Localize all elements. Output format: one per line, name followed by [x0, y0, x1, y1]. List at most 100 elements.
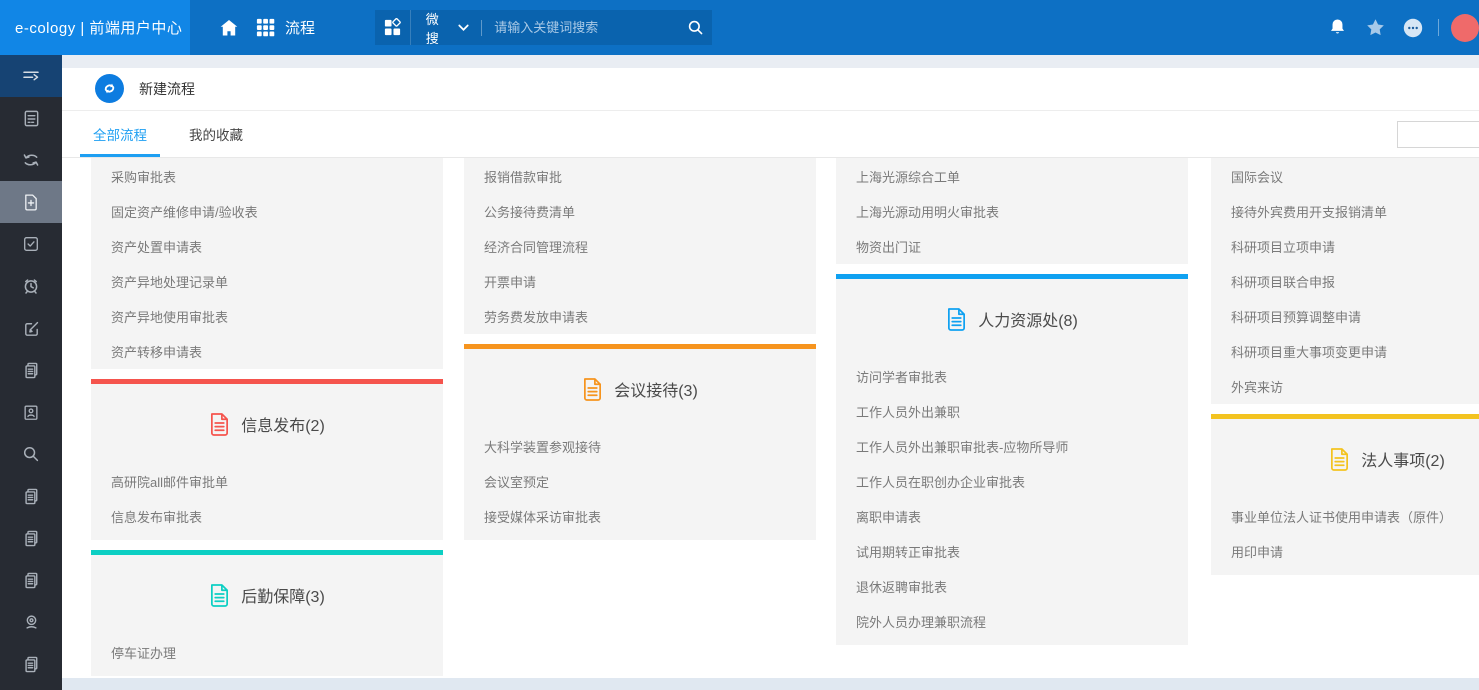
- todo-check-icon[interactable]: [0, 223, 62, 265]
- topbar-divider: [1438, 19, 1439, 36]
- process-link[interactable]: 固定资产维修申请/验收表: [91, 194, 443, 229]
- module-label: 流程: [285, 17, 315, 38]
- category-header: 会议接待(3): [464, 349, 816, 429]
- process-link[interactable]: 上海光源综合工单: [836, 159, 1188, 194]
- process-link[interactable]: 用印申请: [1211, 534, 1479, 569]
- process-link[interactable]: 科研项目立项申请: [1211, 229, 1479, 264]
- workflow-circle-icon: [95, 74, 124, 103]
- search-scope-label: 微搜: [426, 9, 452, 47]
- process-link[interactable]: 会议室预定: [464, 464, 816, 499]
- process-link[interactable]: 劳务费发放申请表: [464, 299, 816, 334]
- process-link[interactable]: 资产异地处理记录单: [91, 264, 443, 299]
- process-link[interactable]: 访问学者审批表: [836, 359, 1188, 394]
- process-link[interactable]: 工作人员外出兼职审批表-应物所导师: [836, 429, 1188, 464]
- category-title: 后勤保障(3): [241, 583, 325, 607]
- category-header: 后勤保障(3): [91, 555, 443, 635]
- documents-copy-icon[interactable]: [0, 559, 62, 601]
- process-link[interactable]: 科研项目预算调整申请: [1211, 299, 1479, 334]
- search-icon[interactable]: [678, 18, 712, 37]
- bell-icon[interactable]: [1318, 0, 1356, 55]
- process-link[interactable]: 离职申请表: [836, 499, 1188, 534]
- workflow-sync-icon[interactable]: [0, 139, 62, 181]
- search-scope-dropdown[interactable]: 微搜: [411, 9, 482, 47]
- avatar[interactable]: [1451, 14, 1479, 42]
- left-sidebar: [0, 55, 62, 690]
- documents-copy-icon[interactable]: [0, 349, 62, 391]
- nav-workflow-module[interactable]: 流程: [255, 0, 315, 55]
- process-column: 国际会议接待外宾费用开支报销清单科研项目立项申请科研项目联合申报科研项目预算调整…: [1211, 158, 1479, 585]
- chevron-down-icon: [458, 24, 469, 32]
- process-link[interactable]: 院外人员办理兼职流程: [836, 604, 1188, 639]
- process-link[interactable]: 公务接待费清单: [464, 194, 816, 229]
- document-icon: [946, 307, 967, 332]
- grid-menu-icon: [255, 17, 276, 38]
- process-link[interactable]: 采购审批表: [91, 159, 443, 194]
- category-header: 法人事项(2): [1211, 419, 1479, 499]
- category-title: 法人事项(2): [1361, 447, 1445, 471]
- process-link[interactable]: 资产转移申请表: [91, 334, 443, 369]
- draft-edit-icon[interactable]: [0, 307, 62, 349]
- page-title: 新建流程: [139, 68, 195, 110]
- process-link[interactable]: 停车证办理: [91, 635, 443, 670]
- search-icon[interactable]: [0, 433, 62, 475]
- global-search-input[interactable]: [482, 20, 678, 35]
- tab-全部流程[interactable]: 全部流程: [80, 111, 160, 157]
- process-link[interactable]: 工作人员在职创办企业审批表: [836, 464, 1188, 499]
- more-icon[interactable]: [1394, 0, 1432, 55]
- process-link[interactable]: 事业单位法人证书使用申请表（原件）: [1211, 499, 1479, 534]
- process-link[interactable]: 物资出门证: [836, 229, 1188, 264]
- process-link[interactable]: 资产异地使用审批表: [91, 299, 443, 334]
- webcam-monitor-icon[interactable]: [0, 601, 62, 643]
- process-link[interactable]: 资产处置申请表: [91, 229, 443, 264]
- process-link[interactable]: 科研项目联合申报: [1211, 264, 1479, 299]
- process-link[interactable]: 科研项目重大事项变更申请: [1211, 334, 1479, 369]
- bottom-strip: [62, 678, 1479, 690]
- process-column: 采购审批表固定资产维修申请/验收表资产处置申请表资产异地处理记录单资产异地使用审…: [91, 158, 443, 678]
- document-icon: [209, 412, 230, 437]
- process-link[interactable]: 工作人员外出兼职: [836, 394, 1188, 429]
- category-card-人力资源处: 人力资源处(8)访问学者审批表工作人员外出兼职工作人员外出兼职审批表-应物所导师…: [836, 274, 1188, 645]
- category-card-后勤保障: 后勤保障(3) 停车证办理: [91, 550, 443, 676]
- category-card-法人事项: 法人事项(2) 事业单位法人证书使用申请表（原件）用印申请: [1211, 414, 1479, 575]
- page-header: 新建流程: [62, 68, 1479, 111]
- tabs-bar: 全部流程我的收藏: [62, 111, 1479, 158]
- app-logo[interactable]: e-cology | 前端用户中心: [0, 0, 190, 55]
- process-link[interactable]: 报销借款审批: [464, 159, 816, 194]
- category-title: 信息发布(2): [241, 412, 325, 436]
- main-area: 新建流程 全部流程我的收藏 采购审批表固定资产维修申请/验收表资产处置申请表资产…: [62, 55, 1479, 690]
- category-card-partial: 上海光源综合工单上海光源动用明火审批表物资出门证: [836, 158, 1188, 264]
- process-link[interactable]: 信息发布审批表: [91, 499, 443, 534]
- process-link[interactable]: 接待外宾费用开支报销清单: [1211, 194, 1479, 229]
- process-link[interactable]: 试用期转正审批表: [836, 534, 1188, 569]
- documents-copy-icon[interactable]: [0, 475, 62, 517]
- process-link[interactable]: 高研院all邮件审批单: [91, 464, 443, 499]
- form-document-icon[interactable]: [0, 97, 62, 139]
- category-title: 会议接待(3): [614, 377, 698, 401]
- process-link[interactable]: 上海光源动用明火审批表: [836, 194, 1188, 229]
- process-link[interactable]: 大科学装置参观接待: [464, 429, 816, 464]
- process-filter-input[interactable]: [1397, 121, 1479, 148]
- category-header: 人力资源处(8): [836, 279, 1188, 359]
- process-link[interactable]: 退休返聘审批表: [836, 569, 1188, 604]
- category-card-partial: 采购审批表固定资产维修申请/验收表资产处置申请表资产异地处理记录单资产异地使用审…: [91, 158, 443, 369]
- star-icon[interactable]: [1356, 0, 1394, 55]
- new-document-icon[interactable]: [0, 181, 62, 223]
- documents-copy-icon[interactable]: [0, 517, 62, 559]
- tab-我的收藏[interactable]: 我的收藏: [176, 111, 256, 157]
- document-icon: [209, 583, 230, 608]
- category-header: 信息发布(2): [91, 384, 443, 464]
- menu-collapse-icon[interactable]: [0, 55, 62, 97]
- contact-card-icon[interactable]: [0, 391, 62, 433]
- process-link[interactable]: 经济合同管理流程: [464, 229, 816, 264]
- pending-clock-icon[interactable]: [0, 265, 62, 307]
- apps-icon[interactable]: [375, 10, 411, 45]
- top-gap-strip: [62, 55, 1479, 68]
- documents-copy-icon[interactable]: [0, 643, 62, 685]
- process-link[interactable]: 接受媒体采访审批表: [464, 499, 816, 534]
- process-link[interactable]: 外宾来访: [1211, 369, 1479, 404]
- process-link[interactable]: 开票申请: [464, 264, 816, 299]
- home-icon[interactable]: [216, 0, 242, 55]
- process-link[interactable]: 国际会议: [1211, 159, 1479, 194]
- document-icon: [582, 377, 603, 402]
- document-icon: [1329, 447, 1350, 472]
